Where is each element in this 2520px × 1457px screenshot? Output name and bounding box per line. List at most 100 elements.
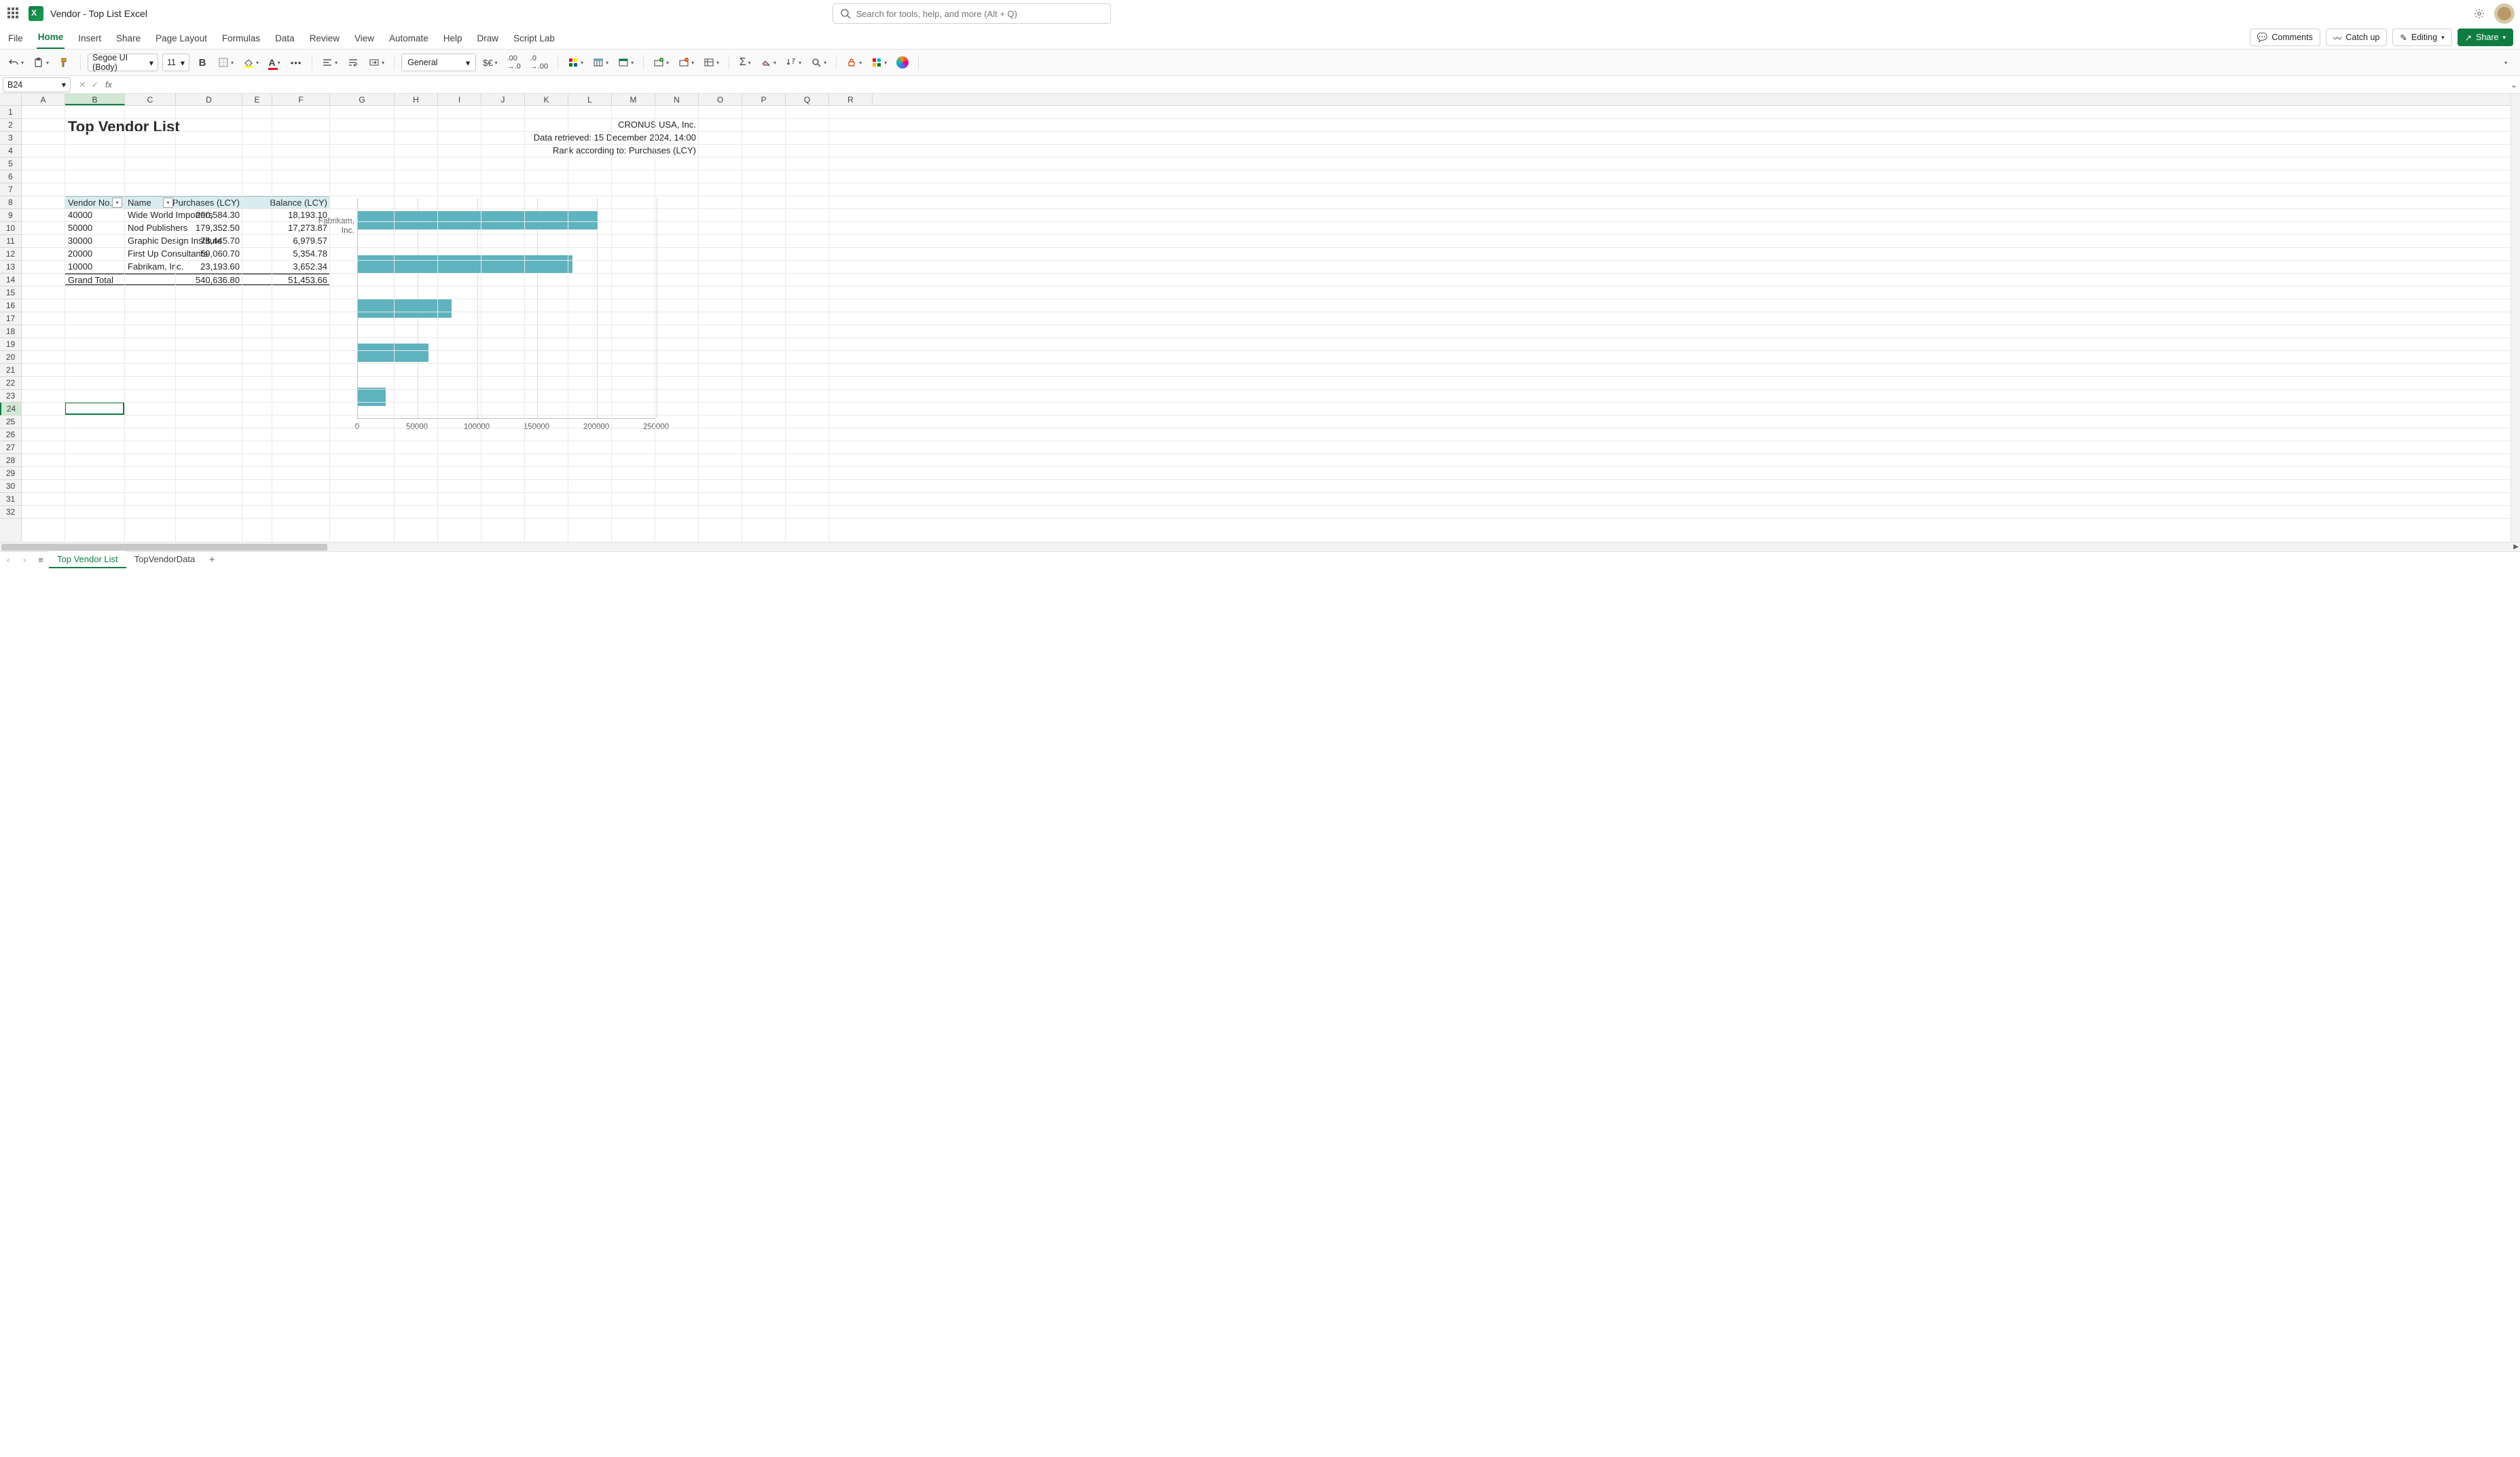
col-header-C[interactable]: C (125, 94, 176, 105)
search-input[interactable] (856, 9, 1103, 19)
share-button[interactable]: ↗Share▾ (2458, 29, 2513, 46)
ribbon-tab-insert[interactable]: Insert (77, 29, 103, 49)
col-header-R[interactable]: R (829, 94, 873, 105)
bold-button[interactable]: B (194, 53, 211, 72)
column-headers[interactable]: ABCDEFGHIJKLMNOPQR (22, 94, 2510, 106)
cell[interactable]: 50000 (65, 222, 125, 234)
format-cells-button[interactable]: ▾ (701, 53, 722, 72)
insert-cells-button[interactable]: ▾ (651, 53, 672, 72)
row-header-5[interactable]: 5 (0, 158, 21, 170)
table-header[interactable]: Purchases (LCY) (176, 196, 242, 209)
row-header-27[interactable]: 27 (0, 441, 21, 454)
wrap-text-button[interactable] (344, 53, 362, 72)
increase-decimal-button[interactable]: .00→.0 (505, 53, 524, 72)
row-header-32[interactable]: 32 (0, 506, 21, 519)
row-header-11[interactable]: 11 (0, 235, 21, 248)
search-box[interactable] (833, 3, 1111, 24)
format-table-button[interactable]: ▾ (590, 53, 611, 72)
col-header-E[interactable]: E (242, 94, 272, 105)
cell[interactable]: 40000 (65, 209, 125, 221)
col-header-B[interactable]: B (65, 94, 125, 105)
row-header-2[interactable]: 2 (0, 119, 21, 132)
conditional-format-button[interactable]: ▾ (565, 53, 586, 72)
catchup-button[interactable]: 〰Catch up (2326, 29, 2388, 46)
row-header-1[interactable]: 1 (0, 106, 21, 119)
fill-color-button[interactable]: ▾ (240, 53, 261, 72)
col-header-L[interactable]: L (568, 94, 612, 105)
cell[interactable]: 20000 (65, 248, 125, 259)
chart-bar[interactable] (358, 388, 386, 406)
ribbon-tab-script-lab[interactable]: Script Lab (512, 29, 556, 49)
row-header-6[interactable]: 6 (0, 170, 21, 183)
row-header-10[interactable]: 10 (0, 222, 21, 235)
addins-button[interactable]: ▾ (869, 53, 890, 72)
sort-filter-button[interactable]: ▾ (783, 53, 804, 72)
accounting-format-button[interactable]: $€▾ (480, 53, 500, 72)
cell[interactable]: 59,060.70 (176, 248, 242, 259)
row-header-19[interactable]: 19 (0, 338, 21, 351)
app-launcher-icon[interactable] (5, 5, 22, 22)
ribbon-tab-formulas[interactable]: Formulas (221, 29, 261, 49)
col-header-O[interactable]: O (699, 94, 742, 105)
ribbon-tab-data[interactable]: Data (274, 29, 296, 49)
col-header-H[interactable]: H (395, 94, 438, 105)
add-sheet-button[interactable]: + (203, 554, 221, 566)
row-header-25[interactable]: 25 (0, 416, 21, 428)
chart-bar[interactable] (358, 344, 428, 362)
editing-button[interactable]: ✎Editing▾ (2392, 29, 2451, 46)
row-header-18[interactable]: 18 (0, 325, 21, 338)
select-all-corner[interactable] (0, 94, 22, 106)
chart-bar[interactable] (358, 255, 572, 274)
ribbon-tab-draw[interactable]: Draw (476, 29, 500, 49)
cell[interactable]: 540,636.80 (176, 274, 242, 287)
align-button[interactable]: ▾ (319, 53, 340, 72)
sensitivity-button[interactable]: ▾ (843, 53, 864, 72)
ribbon-tab-view[interactable]: View (353, 29, 376, 49)
col-header-K[interactable]: K (525, 94, 568, 105)
copilot-button[interactable] (894, 53, 911, 72)
row-header-7[interactable]: 7 (0, 183, 21, 196)
row-header-24[interactable]: 24 (0, 403, 21, 416)
document-title[interactable]: Vendor - Top List Excel (50, 8, 147, 19)
row-header-22[interactable]: 22 (0, 377, 21, 390)
row-headers[interactable]: 1234567891011121314151617181920212223242… (0, 106, 22, 542)
number-format-select[interactable]: General▾ (401, 54, 476, 71)
row-header-14[interactable]: 14 (0, 274, 21, 287)
vertical-scrollbar[interactable] (2510, 94, 2520, 542)
all-sheets-button[interactable]: ≡ (33, 555, 49, 565)
cell[interactable]: Grand Total (65, 274, 176, 287)
find-button[interactable]: ▾ (808, 53, 829, 72)
sheet-nav-next[interactable]: › (16, 555, 33, 565)
undo-button[interactable]: ▾ (5, 53, 26, 72)
col-header-G[interactable]: G (330, 94, 395, 105)
filter-icon[interactable]: ▾ (112, 198, 122, 208)
row-header-28[interactable]: 28 (0, 454, 21, 467)
col-header-M[interactable]: M (612, 94, 655, 105)
ribbon-collapse-button[interactable]: ▾ (2497, 53, 2515, 72)
col-header-A[interactable]: A (22, 94, 65, 105)
cell[interactable]: 10000 (65, 261, 125, 272)
sheet-tab[interactable]: Top Vendor List (49, 551, 126, 568)
row-header-29[interactable]: 29 (0, 467, 21, 480)
user-avatar[interactable] (2494, 3, 2515, 24)
cell-grid[interactable]: Top Vendor ListCRONUS USA, Inc.Data retr… (22, 106, 2510, 542)
decrease-decimal-button[interactable]: .0→.00 (528, 53, 551, 72)
font-size-select[interactable]: 11▾ (162, 54, 189, 71)
row-header-3[interactable]: 3 (0, 132, 21, 145)
cell[interactable]: 23,193.60 (176, 261, 242, 272)
autosum-button[interactable]: Σ▾ (736, 53, 754, 72)
row-header-9[interactable]: 9 (0, 209, 21, 222)
ribbon-tab-page-layout[interactable]: Page Layout (154, 29, 208, 49)
row-header-30[interactable]: 30 (0, 480, 21, 493)
comments-button[interactable]: 💬Comments (2250, 29, 2320, 46)
row-header-17[interactable]: 17 (0, 312, 21, 325)
col-header-Q[interactable]: Q (786, 94, 829, 105)
row-header-8[interactable]: 8 (0, 196, 21, 209)
ribbon-tab-home[interactable]: Home (37, 28, 65, 49)
borders-button[interactable]: ▾ (215, 53, 236, 72)
formula-input[interactable] (115, 78, 2508, 92)
more-font-options-button[interactable]: ••• (287, 53, 305, 72)
settings-gear-icon[interactable] (2474, 8, 2485, 19)
ribbon-tab-share[interactable]: Share (115, 29, 142, 49)
col-header-I[interactable]: I (438, 94, 481, 105)
